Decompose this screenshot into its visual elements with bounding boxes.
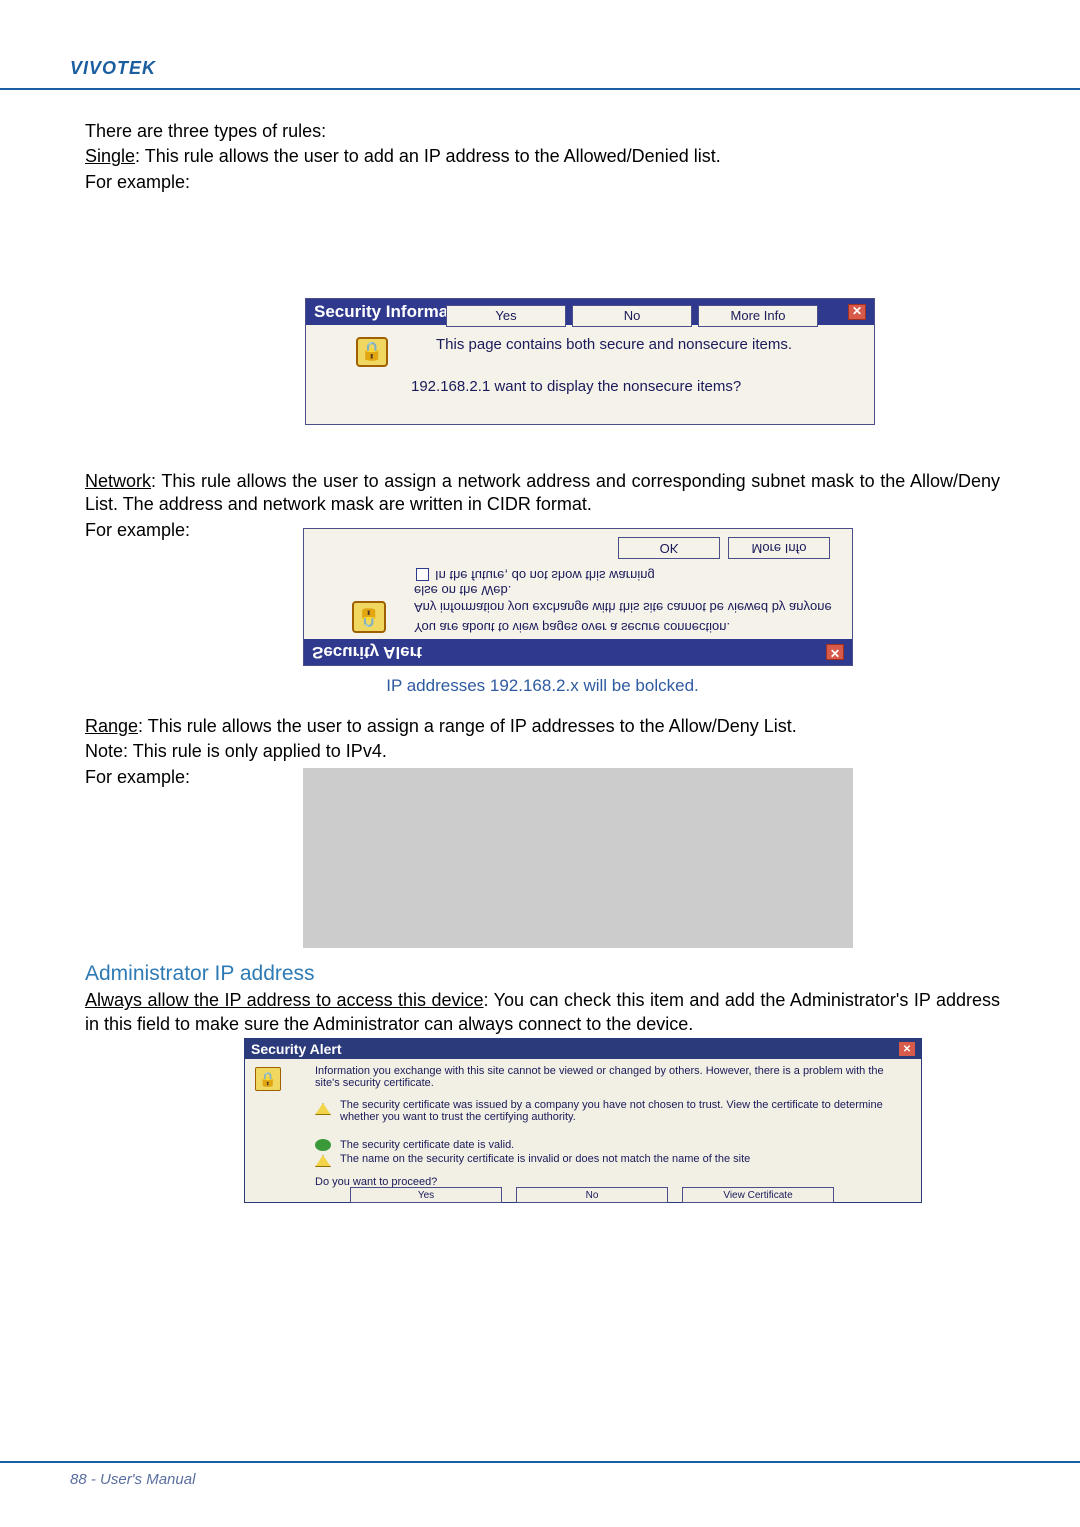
dialog2-line1: You are about to view pages over a secur… xyxy=(414,618,842,635)
network-label: Network xyxy=(85,471,151,491)
yes-button[interactable]: Yes xyxy=(350,1187,502,1203)
page-header: VIVOTEK xyxy=(0,50,1080,90)
checkbox[interactable] xyxy=(416,568,429,581)
single-example: For example: xyxy=(85,171,1000,194)
footer-text: 88 - User's Manual xyxy=(70,1471,195,1488)
network-rule-line: Network: This rule allows the user to as… xyxy=(85,470,1000,517)
network-desc: : This rule allows the user to assign a … xyxy=(85,471,1000,514)
dialog4-row4: The name on the security certificate is … xyxy=(340,1153,909,1165)
more-info-button[interactable]: More Info xyxy=(728,537,830,559)
close-icon[interactable]: ✕ xyxy=(899,1042,915,1056)
no-button[interactable]: No xyxy=(516,1187,668,1203)
close-icon[interactable]: ✕ xyxy=(826,644,844,660)
lock-warning-icon: 🔒 xyxy=(352,601,386,633)
network-caption: IP addresses 192.168.2.x will be bolcked… xyxy=(85,675,1000,697)
dialog4-row3: The security certificate date is valid. xyxy=(340,1139,909,1151)
page-footer: 88 - User's Manual xyxy=(0,1461,1080,1495)
single-desc: : This rule allows the user to add an IP… xyxy=(135,146,721,166)
dialog2-check-row: In the future, do not show this warning xyxy=(416,566,655,583)
check-ok-icon xyxy=(315,1139,331,1151)
dialog2-title-text: Security Alert xyxy=(312,641,422,663)
dialog2-buttons: OK More Info xyxy=(618,537,830,559)
single-rule-line: Single: This rule allows the user to add… xyxy=(85,145,1000,168)
lock-warning-icon: 🔒 xyxy=(255,1067,281,1091)
admin-desc: Always allow the IP address to access th… xyxy=(85,989,1000,1036)
dialog1-message2: 192.168.2.1 want to display the nonsecur… xyxy=(411,377,741,397)
more-info-button[interactable]: More Info xyxy=(698,305,818,327)
no-button[interactable]: No xyxy=(572,305,692,327)
range-dialog-placeholder xyxy=(303,768,853,948)
admin-lead: Always allow the IP address to access th… xyxy=(85,990,484,1010)
dialog4-buttons: Yes No View Certificate xyxy=(350,1187,834,1203)
view-certificate-button[interactable]: View Certificate xyxy=(682,1187,834,1203)
main-content: There are three types of rules: Single: … xyxy=(85,118,1000,196)
range-rule-line: Range: This rule allows the user to assi… xyxy=(85,715,1000,738)
security-alert-dialog-flipped: Security Alert ✕ 🔒 You are about to view… xyxy=(303,528,853,666)
range-label: Range xyxy=(85,716,138,736)
dialog4-row1: Information you exchange with this site … xyxy=(315,1065,909,1089)
warning-triangle-icon xyxy=(315,1155,331,1167)
warning-triangle-icon xyxy=(315,1103,331,1115)
dialog4-titlebar: Security Alert ✕ xyxy=(245,1039,921,1059)
brand-label: VIVOTEK xyxy=(70,58,156,78)
dialog2-check-label: In the future, do not show this warning xyxy=(435,566,655,583)
dialog2-body: 🔒 You are about to view pages over a sec… xyxy=(304,619,852,639)
dialog4-title-text: Security Alert xyxy=(251,1040,342,1058)
dialog4-row2: The security certificate was issued by a… xyxy=(340,1099,909,1123)
security-alert-cert-dialog: Security Alert ✕ 🔒 Information you excha… xyxy=(244,1038,922,1203)
lock-warning-icon: 🔒 xyxy=(356,337,388,367)
dialog2-line2: Any information you exchange with this s… xyxy=(414,581,842,615)
ok-button[interactable]: OK xyxy=(618,537,720,559)
dialog1-message1: This page contains both secure and nonse… xyxy=(436,335,854,355)
range-note: Note: This rule is only applied to IPv4. xyxy=(85,740,1000,763)
admin-block: Administrator IP address Always allow th… xyxy=(85,948,1000,1038)
dialog2-titlebar: Security Alert ✕ xyxy=(304,639,852,665)
dialog1-buttons: Yes No More Info xyxy=(446,305,818,327)
security-information-dialog: Security Information ✕ 🔒 This page conta… xyxy=(305,298,875,425)
range-desc: : This rule allows the user to assign a … xyxy=(138,716,797,736)
admin-ip-heading: Administrator IP address xyxy=(85,960,1000,987)
dialog1-body: 🔒 This page contains both secure and non… xyxy=(306,325,874,333)
yes-button[interactable]: Yes xyxy=(446,305,566,327)
close-icon[interactable]: ✕ xyxy=(848,304,866,320)
single-label: Single xyxy=(85,146,135,166)
intro-text: There are three types of rules: xyxy=(85,120,1000,143)
